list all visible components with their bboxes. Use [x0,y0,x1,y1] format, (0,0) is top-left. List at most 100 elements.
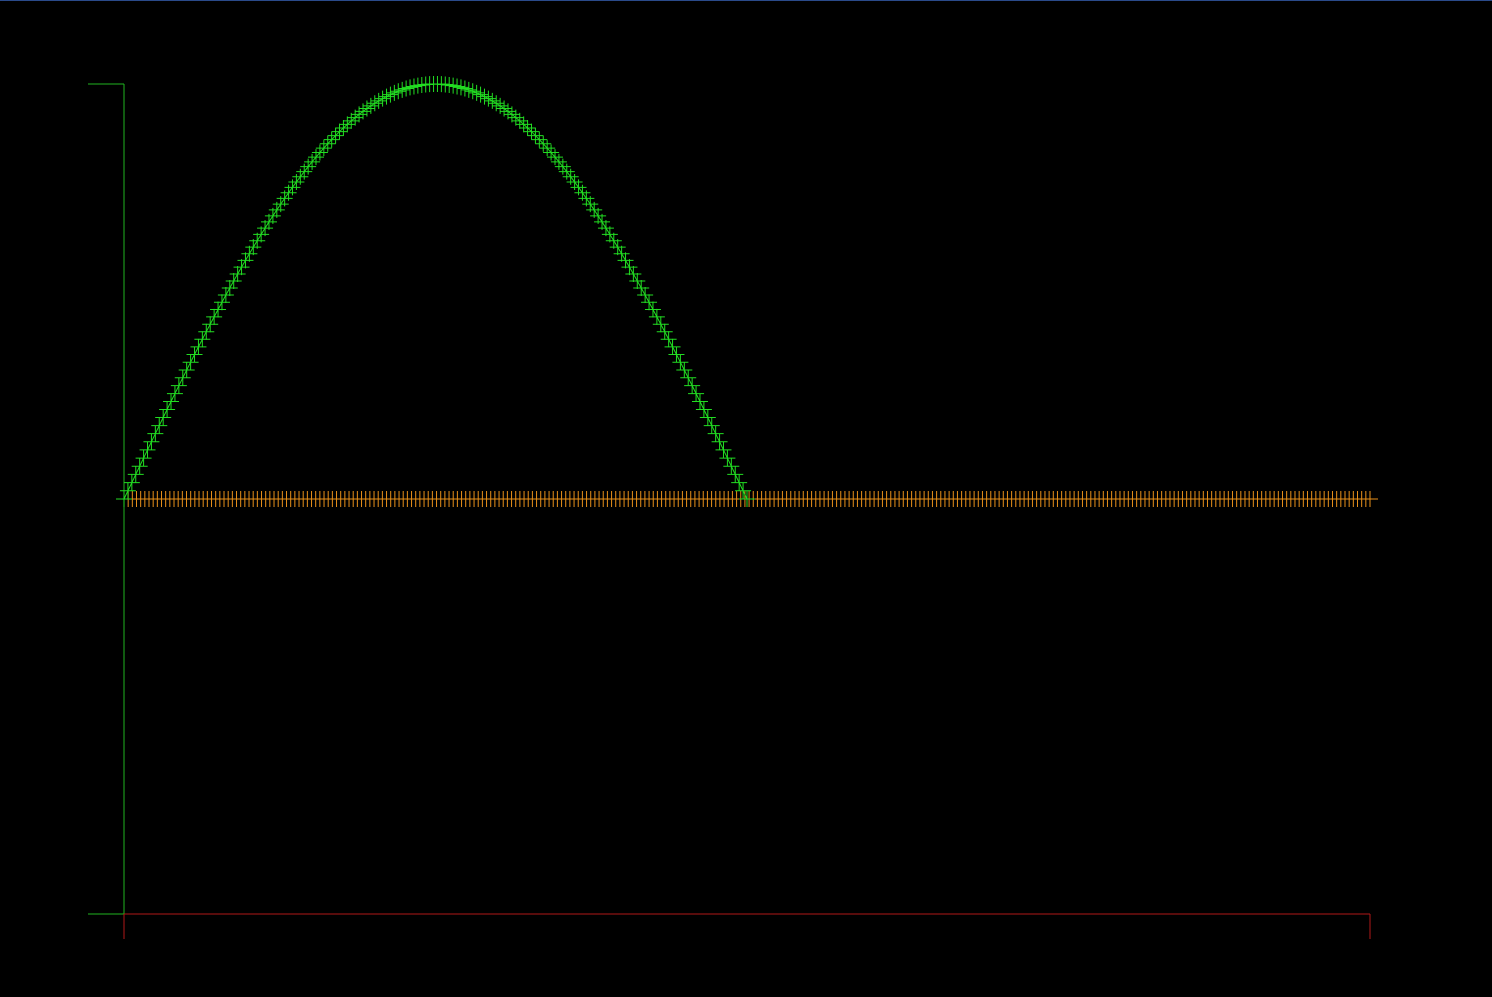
sine-series-point [550,153,567,170]
sine-series-point [245,239,262,256]
sine-series-point [711,433,728,450]
sine-series-point [676,361,693,378]
sine-series-point [605,232,622,249]
sine-series-point [641,294,658,311]
sine-series-point [484,92,501,109]
sine-series-point [456,80,473,97]
sine-series-point [159,401,176,418]
sine-series-point [135,450,152,467]
flat-series-point [1362,491,1378,507]
sine-series-point [699,409,716,426]
sine-series-point [691,393,708,410]
sine-series-point [644,301,661,318]
sine-series-point [668,346,685,363]
sine-series-point [210,301,227,318]
sine-series-point [629,272,646,289]
sine-series-point [695,401,712,418]
sine-series-point [182,354,199,371]
sine-series-point [652,316,669,333]
sine-series-point [304,153,321,170]
sine-series-point [237,252,254,269]
sine-series-point [116,491,132,507]
sine-series-point [190,338,207,355]
sine-series-point [664,338,681,355]
sine-series-point [672,354,689,371]
sine-series-point [617,252,634,269]
sine-series-point [405,78,422,95]
sine-series-point [347,109,364,126]
sine-series-point [233,259,250,276]
sine-series-point [217,287,234,304]
sine-series-point [445,77,462,94]
sine-series-point [253,226,270,243]
sine-series-point [402,79,419,96]
sine-series-point [394,81,411,98]
sine-series-point [684,377,701,394]
sine-series-point [257,220,274,237]
sine-series-point [601,226,618,243]
sine-series-point [460,81,477,98]
sine-series-point [707,425,724,442]
plot-window [0,0,1492,996]
sine-series-point [307,149,324,166]
sine-series-point [370,92,387,109]
sine-series-point [194,331,211,348]
sine-series-point [213,294,230,311]
axes [88,83,1371,939]
sine-series-point [151,417,168,434]
sine-series-point [656,323,673,340]
sine-series-point [131,458,148,475]
sine-series-point [166,385,183,402]
sine-series-point [174,369,191,386]
sine-series-point [621,259,638,276]
sine-series-point [170,377,187,394]
sine-series-point [680,369,697,386]
sine-series-point [637,287,654,304]
sine-series-point [241,245,258,262]
sine-series-point [613,245,630,262]
sine-series-point [703,417,720,434]
sine-series-point [625,266,642,283]
sine-series-point [225,272,242,289]
sine-series-point [633,279,650,296]
sine-series-point [221,279,238,296]
sine-series-point [186,346,203,363]
sine-series-point [449,78,466,95]
sine-series-point [249,232,266,249]
sine-series-point [441,76,458,93]
sine-series-point [198,323,215,340]
sine-series-point [739,491,755,507]
sine-series-point [452,79,469,96]
sine-series-line [123,83,748,500]
sine-series-point [382,86,399,103]
sine-series-point [507,109,524,126]
sine-series-point [139,441,156,458]
sine-series-point [398,80,415,97]
sine-series-point [127,466,144,483]
sine-series-point [609,239,626,256]
sine-series-point [472,86,489,103]
chart [88,76,1378,939]
sine-series-point [143,433,160,450]
series-sine [116,76,755,507]
sine-series-point [731,474,748,491]
sine-series-point [119,482,136,499]
sine-series-point [155,409,172,426]
sine-series-point [597,220,614,237]
sine-series-point [163,393,180,410]
sine-series-point [202,316,219,333]
sine-series-point [688,385,705,402]
sine-series-point [547,149,564,166]
sine-series-point [554,158,571,175]
sine-series-point [178,361,195,378]
sine-series-point [123,474,140,491]
sine-series-point [229,266,246,283]
sine-series-point [723,458,740,475]
sine-series-point [719,450,736,467]
sine-series-point [206,308,223,325]
sine-series-point [727,466,744,483]
sine-series-point [648,308,665,325]
sine-series-point [660,331,677,348]
sine-series-point [300,158,317,175]
sine-series-point [715,441,732,458]
